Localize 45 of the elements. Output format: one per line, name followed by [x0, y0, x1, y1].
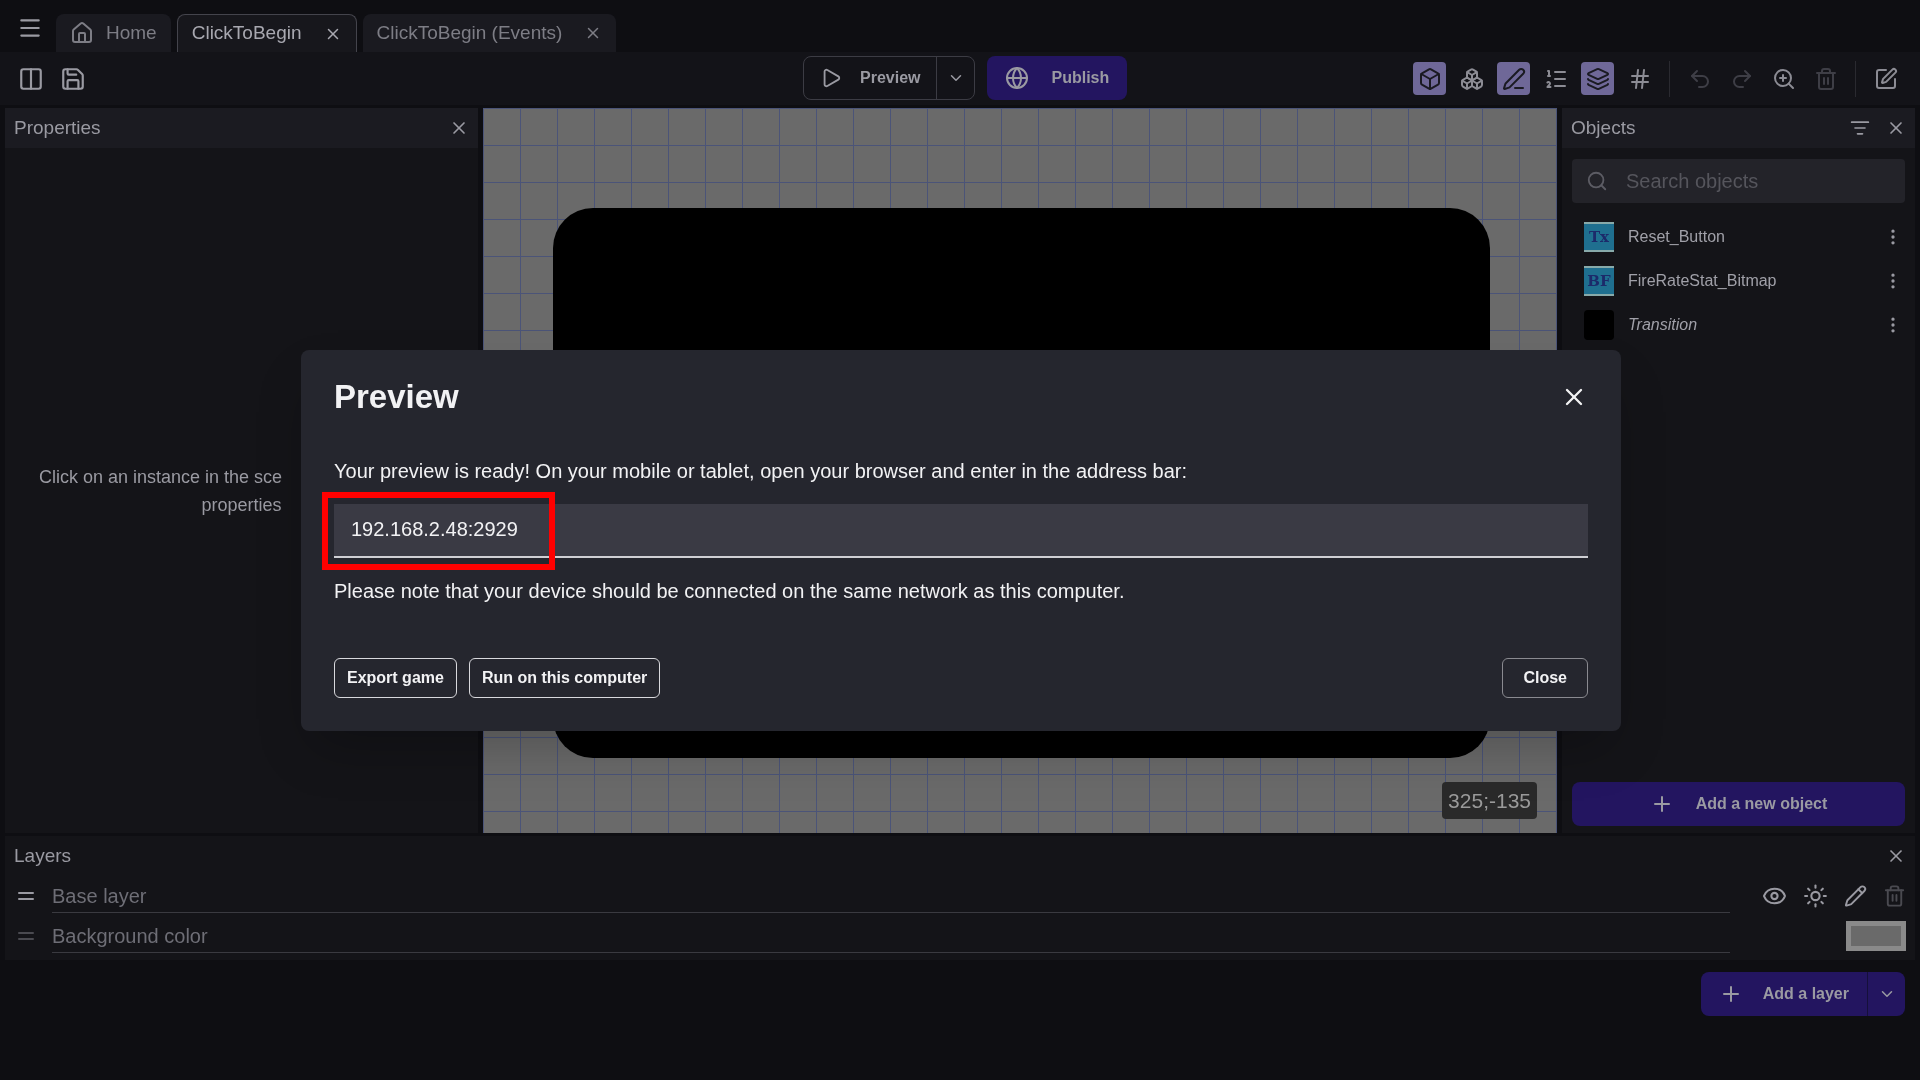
edit-icon[interactable]: [1843, 884, 1867, 908]
panel-title: Layers: [14, 843, 72, 868]
object-row[interactable]: BF FireRateStat_Bitmap: [1562, 259, 1915, 303]
dialog-message: Your preview is ready! On your mobile or tablet, open your browser and enter in the address bar:: [334, 458, 1189, 484]
network-note: Please note that your device should be connected on the same network as this computer.: [334, 578, 1126, 604]
panel-title: Objects: [1571, 115, 1636, 140]
editor-tab[interactable]: Home: [56, 14, 171, 52]
dialog-button[interactable]: Export game: [334, 657, 457, 698]
editor-tab[interactable]: ClickToBegin: [176, 14, 357, 52]
layer-name[interactable]: Base layer: [52, 879, 1730, 913]
editor-tab[interactable]: ClickToBegin (Events): [362, 14, 617, 52]
tab-label: ClickToBegin (Events): [376, 20, 563, 45]
globe-icon: [1005, 66, 1030, 90]
solid-object-icon: [1584, 310, 1614, 340]
bitmap-object-icon: BF: [1584, 266, 1614, 296]
dialog-button[interactable]: Run on this computer: [468, 657, 661, 698]
object-name: FireRateStat_Bitmap: [1628, 271, 1777, 291]
cube-icon[interactable]: [1413, 62, 1446, 95]
object-name: Reset_Button: [1628, 227, 1725, 247]
object-name: Transition: [1628, 315, 1698, 335]
panel-title: Properties: [14, 115, 101, 140]
panels-icon[interactable]: [18, 65, 44, 92]
hint-text: properties: [201, 494, 282, 517]
cursor-position: 325;-135: [1442, 781, 1537, 819]
search-icon: [1586, 170, 1608, 192]
tab-label: ClickToBegin: [191, 21, 302, 46]
layer-name[interactable]: Background color: [52, 919, 1730, 953]
preview-button[interactable]: Preview: [804, 57, 937, 99]
pencil-icon[interactable]: [1497, 62, 1530, 95]
dialog-title: Preview: [334, 377, 459, 417]
save-icon[interactable]: [60, 65, 86, 92]
add-object-button[interactable]: Add a new object: [1572, 782, 1905, 826]
color-swatch[interactable]: [1846, 921, 1906, 951]
hint-text: Click on an instance in the sce: [38, 466, 283, 489]
address-field[interactable]: 192.168.2.48:2929: [334, 503, 1588, 558]
layers-icon[interactable]: [1581, 62, 1614, 95]
close-button[interactable]: Close: [1502, 657, 1588, 698]
tab-label: Home: [106, 20, 157, 45]
object-row[interactable]: Transition: [1562, 303, 1915, 347]
filter-icon[interactable]: [1850, 118, 1870, 138]
publish-button[interactable]: Publish: [987, 56, 1128, 100]
home-icon: [70, 21, 94, 45]
add-layer-button[interactable]: Add a layer: [1700, 972, 1867, 1016]
object-row[interactable]: Tx Reset_Button: [1562, 215, 1915, 259]
text-object-icon: Tx: [1584, 222, 1614, 252]
